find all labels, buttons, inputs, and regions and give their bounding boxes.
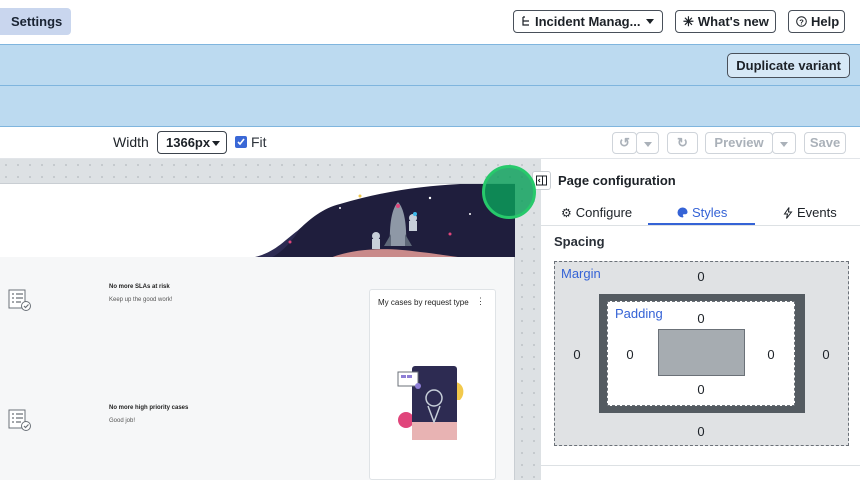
top-bar: Settings Incident Manag... ✳ What's new … — [0, 0, 860, 44]
more-menu-icon[interactable]: ⋮ — [476, 296, 485, 307]
whats-new-button[interactable]: ✳ What's new — [675, 10, 776, 33]
margin-top-value[interactable]: 0 — [691, 269, 711, 284]
width-value: 1366px — [166, 135, 211, 150]
width-select[interactable]: 1366px — [157, 131, 227, 154]
caret-down-icon — [646, 19, 655, 24]
padding-top-value[interactable]: 0 — [691, 311, 711, 326]
tab-label: Styles — [692, 205, 728, 220]
undo-menu-button[interactable] — [636, 132, 659, 154]
redo-button[interactable]: ↻ — [667, 132, 698, 154]
padding-bottom-value[interactable]: 0 — [691, 382, 711, 397]
page-configuration-panel: Page configuration ⚙ Configure Styles Ev… — [532, 159, 860, 480]
redo-icon: ↻ — [677, 135, 688, 150]
caret-down-icon — [643, 142, 652, 147]
fit-checkbox[interactable] — [235, 136, 247, 148]
tab-styles[interactable]: Styles — [677, 205, 727, 220]
panel-divider — [541, 465, 860, 466]
empty-state-title: No more high priority cases — [109, 405, 189, 411]
satellite-illustration — [397, 366, 464, 440]
panel-tabs: ⚙ Configure Styles Events — [541, 201, 860, 226]
variant-banner: Duplicate variant — [0, 44, 860, 86]
undo-button[interactable]: ↺ — [612, 132, 637, 154]
caret-down-icon — [780, 142, 788, 147]
border-box: Padding 0 0 0 0 — [599, 294, 805, 413]
caret-down-icon — [212, 141, 220, 146]
margin-box: Margin 0 0 0 0 Padding 0 0 0 0 — [554, 261, 849, 446]
variant-banner-secondary — [0, 86, 860, 127]
card-title: My cases by request type — [378, 298, 469, 307]
help-label: Help — [811, 14, 840, 29]
content-box — [658, 329, 745, 376]
margin-left-value[interactable]: 0 — [567, 347, 587, 362]
app-select-button[interactable]: Incident Manag... — [513, 10, 663, 33]
padding-right-value[interactable]: 0 — [761, 347, 781, 362]
panel-title: Page configuration — [558, 173, 676, 188]
hierarchy-icon — [521, 16, 531, 27]
bolt-icon — [783, 206, 793, 219]
empty-state-subtitle: Keep up the good work! — [109, 297, 173, 303]
space-illustration — [254, 184, 515, 257]
dashboard-content: No more SLAs at risk Keep up the good wo… — [0, 257, 515, 480]
width-label: Width — [113, 134, 149, 150]
preview-button[interactable]: Preview — [705, 132, 773, 154]
palette-icon — [677, 207, 688, 218]
checklist-icon — [8, 288, 32, 317]
checklist-icon — [8, 408, 32, 437]
tab-label: Events — [797, 205, 837, 220]
spacing-section-title: Spacing — [554, 234, 605, 249]
active-tab-indicator — [648, 223, 755, 225]
undo-icon: ↺ — [619, 135, 630, 150]
hero-banner — [0, 183, 515, 257]
settings-tab[interactable]: Settings — [0, 8, 72, 35]
padding-box: Padding 0 0 0 0 — [607, 301, 795, 406]
duplicate-variant-button[interactable]: Duplicate variant — [727, 53, 850, 78]
whats-new-label: What's new — [697, 14, 769, 29]
sparkle-icon: ✳ — [683, 14, 694, 29]
save-button[interactable]: Save — [804, 132, 846, 154]
padding-label: Padding — [615, 306, 663, 321]
empty-state-title: No more SLAs at risk — [109, 284, 170, 290]
margin-right-value[interactable]: 0 — [816, 347, 836, 362]
gear-icon: ⚙ — [561, 205, 572, 220]
empty-state-subtitle: Good job! — [109, 418, 136, 424]
cases-by-request-type-card[interactable]: My cases by request type ⋮ — [369, 289, 496, 480]
app-select-label: Incident Manag... — [535, 14, 641, 29]
tab-events[interactable]: Events — [783, 205, 837, 220]
help-button[interactable]: ? Help — [788, 10, 845, 33]
fit-label: Fit — [251, 134, 267, 150]
cursor-highlight — [482, 165, 536, 219]
margin-label: Margin — [561, 266, 601, 281]
tab-configure[interactable]: ⚙ Configure — [561, 205, 632, 220]
padding-left-value[interactable]: 0 — [620, 347, 640, 362]
preview-menu-button[interactable] — [772, 132, 796, 154]
page-canvas[interactable]: No more SLAs at risk Keep up the good wo… — [0, 159, 540, 480]
checkmark-icon — [237, 138, 245, 146]
tab-label: Configure — [575, 205, 633, 220]
canvas-toolbar: Width 1366px Fit ↺ ↻ Preview Save — [0, 127, 860, 159]
help-icon: ? — [796, 16, 807, 27]
margin-bottom-value[interactable]: 0 — [691, 424, 711, 439]
svg-text:?: ? — [799, 17, 804, 26]
